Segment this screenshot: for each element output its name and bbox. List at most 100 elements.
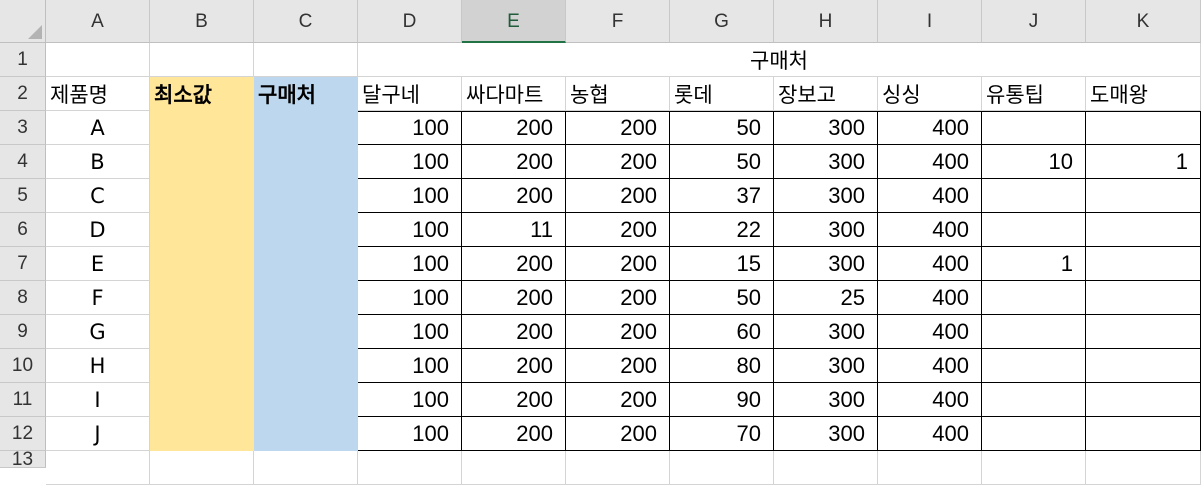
price-cell[interactable]: 200 (566, 281, 670, 315)
price-cell[interactable]: 200 (566, 247, 670, 281)
cell-row13[interactable] (150, 451, 254, 485)
price-cell[interactable] (1086, 179, 1201, 213)
cell-row13[interactable] (358, 451, 462, 485)
price-cell[interactable]: 200 (566, 179, 670, 213)
price-cell[interactable]: 100 (358, 315, 462, 349)
column-header-c[interactable]: C (254, 0, 358, 43)
price-cell[interactable]: 400 (878, 213, 982, 247)
price-cell[interactable]: 11 (462, 213, 566, 247)
price-cell[interactable]: 100 (358, 247, 462, 281)
price-cell[interactable]: 100 (358, 179, 462, 213)
price-cell[interactable]: 200 (462, 383, 566, 417)
price-cell[interactable]: 200 (566, 349, 670, 383)
price-cell[interactable]: 300 (774, 179, 878, 213)
price-cell[interactable] (982, 383, 1086, 417)
price-cell[interactable] (1086, 281, 1201, 315)
price-cell[interactable]: 300 (774, 315, 878, 349)
cell-row13[interactable] (982, 451, 1086, 485)
price-cell[interactable] (1086, 213, 1201, 247)
cell-row13[interactable] (670, 451, 774, 485)
cell-row13[interactable] (462, 451, 566, 485)
price-cell[interactable]: 200 (462, 417, 566, 451)
cell-row13[interactable] (774, 451, 878, 485)
price-cell[interactable]: 1 (1086, 145, 1201, 179)
min-value-cell[interactable] (150, 111, 254, 145)
price-cell[interactable]: 400 (878, 145, 982, 179)
price-cell[interactable]: 400 (878, 179, 982, 213)
column-header-k[interactable]: K (1086, 0, 1201, 43)
cell-row13[interactable] (1086, 451, 1201, 485)
price-cell[interactable]: 100 (358, 281, 462, 315)
price-cell[interactable]: 100 (358, 383, 462, 417)
header-store-4[interactable]: 롯데 (670, 77, 774, 111)
price-cell[interactable]: 300 (774, 417, 878, 451)
row-header-2[interactable]: 2 (0, 77, 46, 111)
price-cell[interactable]: 400 (878, 281, 982, 315)
cell-row13[interactable] (878, 451, 982, 485)
price-cell[interactable]: 400 (878, 111, 982, 145)
column-header-h[interactable]: H (774, 0, 878, 43)
price-cell[interactable] (982, 417, 1086, 451)
price-cell[interactable]: 300 (774, 111, 878, 145)
price-cell[interactable] (1086, 383, 1201, 417)
price-cell[interactable]: 100 (358, 417, 462, 451)
price-cell[interactable]: 400 (878, 247, 982, 281)
product-cell[interactable]: F (46, 281, 150, 315)
product-cell[interactable]: J (46, 417, 150, 451)
buyer-cell[interactable] (254, 111, 358, 145)
header-store-8[interactable]: 도매왕 (1086, 77, 1201, 111)
product-cell[interactable]: I (46, 383, 150, 417)
header-store-5[interactable]: 장보고 (774, 77, 878, 111)
min-value-cell[interactable] (150, 281, 254, 315)
column-header-f[interactable]: F (566, 0, 670, 43)
select-all-corner[interactable] (0, 0, 46, 43)
price-cell[interactable] (1086, 247, 1201, 281)
row-header-11[interactable]: 11 (0, 383, 46, 417)
row-header-4[interactable]: 4 (0, 145, 46, 179)
product-cell[interactable]: A (46, 111, 150, 145)
price-cell[interactable]: 300 (774, 383, 878, 417)
product-cell[interactable]: H (46, 349, 150, 383)
buyer-cell[interactable] (254, 281, 358, 315)
price-cell[interactable]: 200 (566, 145, 670, 179)
product-cell[interactable]: D (46, 213, 150, 247)
price-cell[interactable]: 25 (774, 281, 878, 315)
header-store-2[interactable]: 싸다마트 (462, 77, 566, 111)
min-value-cell[interactable] (150, 213, 254, 247)
row-header-5[interactable]: 5 (0, 179, 46, 213)
min-value-cell[interactable] (150, 383, 254, 417)
column-header-i[interactable]: I (878, 0, 982, 43)
price-cell[interactable]: 200 (566, 213, 670, 247)
price-cell[interactable]: 200 (462, 145, 566, 179)
price-cell[interactable]: 300 (774, 247, 878, 281)
product-cell[interactable]: B (46, 145, 150, 179)
price-cell[interactable]: 22 (670, 213, 774, 247)
price-cell[interactable]: 70 (670, 417, 774, 451)
price-cell[interactable]: 300 (774, 145, 878, 179)
price-cell[interactable] (1086, 417, 1201, 451)
price-cell[interactable]: 50 (670, 145, 774, 179)
price-cell[interactable]: 200 (462, 111, 566, 145)
price-cell[interactable]: 400 (878, 383, 982, 417)
price-cell[interactable]: 100 (358, 145, 462, 179)
buyer-cell[interactable] (254, 179, 358, 213)
min-value-cell[interactable] (150, 145, 254, 179)
price-cell[interactable]: 300 (774, 213, 878, 247)
price-cell[interactable]: 90 (670, 383, 774, 417)
row-header-1[interactable]: 1 (0, 43, 46, 77)
price-cell[interactable]: 100 (358, 111, 462, 145)
price-cell[interactable]: 200 (462, 281, 566, 315)
cell-b1[interactable] (150, 43, 254, 77)
product-cell[interactable]: C (46, 179, 150, 213)
price-cell[interactable]: 300 (774, 349, 878, 383)
price-cell[interactable]: 200 (566, 315, 670, 349)
price-cell[interactable]: 400 (878, 417, 982, 451)
price-cell[interactable] (1086, 315, 1201, 349)
price-cell[interactable]: 100 (358, 349, 462, 383)
min-value-cell[interactable] (150, 315, 254, 349)
product-cell[interactable]: G (46, 315, 150, 349)
price-cell[interactable]: 60 (670, 315, 774, 349)
buyer-cell[interactable] (254, 315, 358, 349)
merged-header-cell[interactable]: 구매처 (358, 43, 1201, 77)
buyer-cell[interactable] (254, 247, 358, 281)
